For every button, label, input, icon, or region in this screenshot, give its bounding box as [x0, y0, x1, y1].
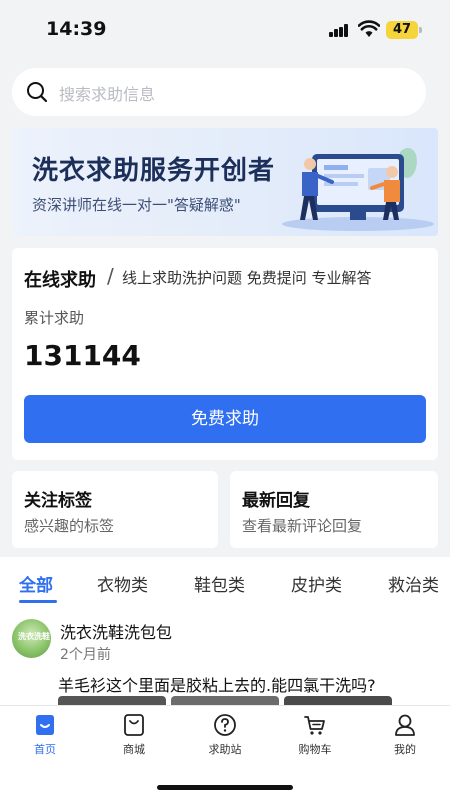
- tab-label: 首页: [34, 743, 56, 756]
- banner-title: 洗衣求助服务开创者: [32, 156, 276, 186]
- followed-tags-tile[interactable]: 关注标签 感兴趣的标签: [12, 471, 218, 548]
- tab-help-station[interactable]: 求助站: [190, 712, 260, 757]
- help-description: 线上求助洗护问题 免费提问 专业解答: [122, 269, 372, 287]
- status-time: 14:39: [46, 18, 107, 40]
- banner-subtitle: 资深讲师在线一对一"答疑解惑": [32, 196, 241, 214]
- tab-label: 求助站: [208, 743, 242, 756]
- free-help-button[interactable]: 免费求助: [24, 395, 426, 443]
- battery-icon: 47: [386, 21, 418, 39]
- help-separator: /: [107, 264, 114, 288]
- signal-icon: [329, 24, 349, 37]
- total-help-count: 131144: [24, 339, 141, 372]
- wifi-icon: [358, 20, 380, 37]
- online-help-card: 在线求助 / 线上求助洗护问题 免费提问 专业解答 累计求助 131144 免费…: [12, 248, 438, 460]
- post-time: 2个月前: [60, 647, 111, 663]
- home-icon: [36, 715, 54, 735]
- tab-home[interactable]: 首页: [10, 712, 80, 757]
- tab-clothing[interactable]: 衣物类: [97, 571, 148, 596]
- feed-section: 全部 衣物类 鞋包类 皮护类 救治类 洗衣洗鞋 洗衣洗鞋洗包包 2个月前 羊毛衫…: [0, 557, 450, 706]
- tab-leather-care[interactable]: 皮护类: [291, 571, 342, 596]
- cart-icon: [304, 716, 325, 735]
- user-icon: [395, 714, 415, 736]
- home-indicator[interactable]: [157, 785, 293, 790]
- latest-replies-tile[interactable]: 最新回复 查看最新评论回复: [230, 471, 438, 548]
- post-text[interactable]: 羊毛衫这个里面是胶粘上去的.能四氯干洗吗?: [58, 672, 376, 696]
- promo-banner[interactable]: 洗衣求助服务开创者 资深讲师在线一对一"答疑解惑": [12, 128, 438, 236]
- tab-label: 购物车: [298, 743, 332, 756]
- shopping-bag-icon: [124, 714, 144, 736]
- tab-rescue[interactable]: 救治类: [388, 571, 439, 596]
- tile-subtitle: 感兴趣的标签: [24, 517, 115, 535]
- tile-title: 最新回复: [242, 491, 310, 511]
- avatar-text: 洗衣洗鞋: [18, 632, 50, 641]
- tab-mine[interactable]: 我的: [370, 712, 440, 757]
- tab-shoes-bags[interactable]: 鞋包类: [194, 571, 245, 596]
- help-title: 在线求助: [24, 270, 96, 291]
- search-input[interactable]: 搜索求助信息: [12, 68, 426, 116]
- battery-tip: [419, 27, 422, 33]
- search-placeholder: 搜索求助信息: [59, 85, 156, 104]
- tab-label: 我的: [394, 743, 416, 756]
- total-help-label: 累计求助: [24, 309, 85, 327]
- search-icon: [27, 82, 48, 103]
- teacher-illustration: [282, 147, 434, 231]
- active-tab-underline: [19, 600, 57, 603]
- post-author[interactable]: 洗衣洗鞋洗包包: [60, 619, 172, 643]
- category-tabs: 全部 衣物类 鞋包类 皮护类 救治类: [0, 557, 450, 607]
- status-bar: 14:39 47: [0, 0, 450, 60]
- question-icon: [214, 714, 236, 736]
- tile-subtitle: 查看最新评论回复: [242, 517, 363, 535]
- tab-label: 商城: [123, 743, 145, 756]
- tab-mall[interactable]: 商城: [99, 712, 169, 757]
- tab-all[interactable]: 全部: [19, 571, 53, 596]
- tab-cart[interactable]: 购物车: [280, 712, 350, 757]
- tile-title: 关注标签: [24, 491, 92, 511]
- avatar[interactable]: 洗衣洗鞋: [12, 619, 51, 658]
